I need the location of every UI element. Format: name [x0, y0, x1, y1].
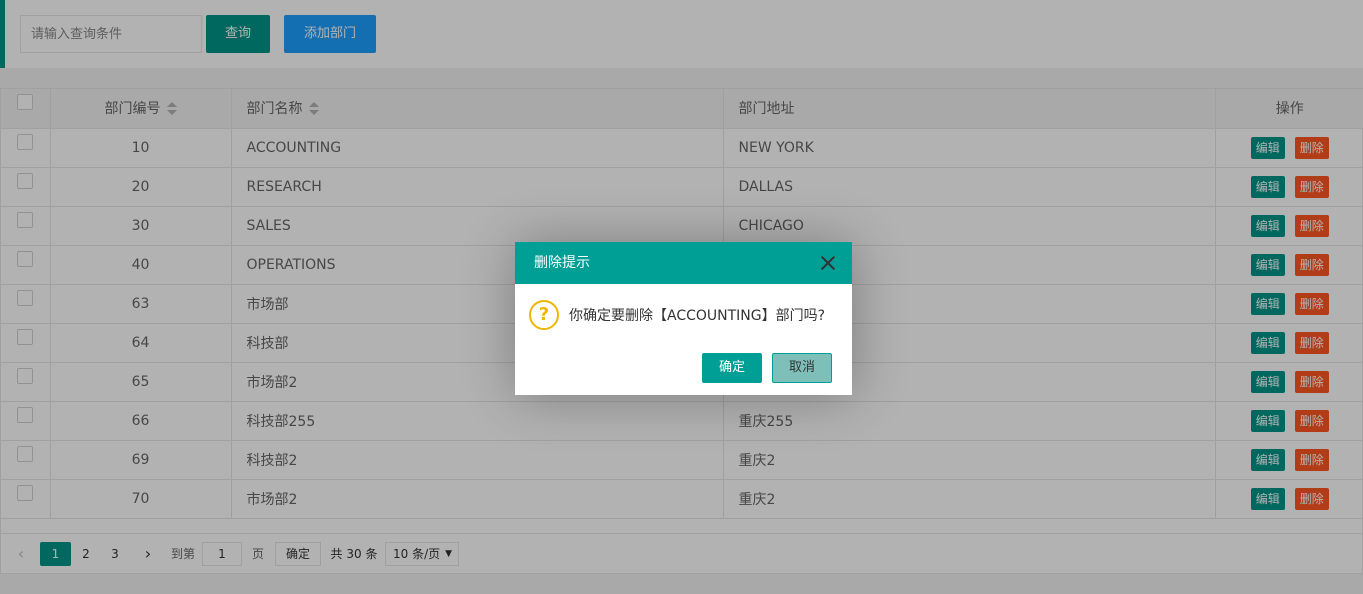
dialog-title: 删除提示	[534, 255, 590, 271]
cancel-button[interactable]: 取消	[772, 353, 832, 383]
dialog-body: ? 你确定要删除【ACCOUNTING】部门吗?	[515, 284, 852, 350]
question-icon: ?	[529, 300, 559, 330]
dialog-header: 删除提示	[515, 242, 852, 284]
confirm-button[interactable]: 确定	[702, 353, 762, 383]
dialog-message: 你确定要删除【ACCOUNTING】部门吗?	[569, 308, 826, 324]
delete-confirm-dialog: 删除提示 ? 你确定要删除【ACCOUNTING】部门吗? 确定 取消	[515, 242, 852, 395]
close-icon[interactable]	[820, 255, 836, 271]
